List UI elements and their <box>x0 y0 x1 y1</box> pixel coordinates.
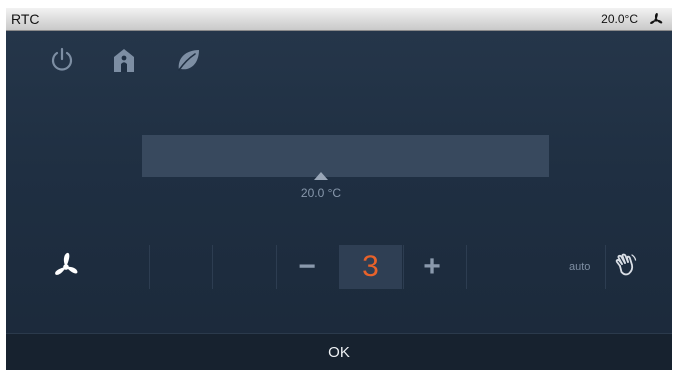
fan-speed-value: 3 <box>362 250 379 283</box>
power-icon[interactable] <box>48 46 76 74</box>
ok-label: OK <box>328 344 350 361</box>
auto-mode-button[interactable]: auto <box>569 261 590 273</box>
setpoint-slider[interactable] <box>142 135 549 177</box>
title-bar: RTC 20.0°C <box>6 8 672 31</box>
hand-icon[interactable] <box>612 252 638 278</box>
divider <box>466 245 467 289</box>
current-temperature: 20.0°C <box>601 12 638 26</box>
fan-icon <box>55 252 78 275</box>
rtc-panel: RTC 20.0°C 20.0 °C − 3 + auto OK <box>6 8 672 370</box>
increase-button[interactable]: + <box>404 245 460 289</box>
divider <box>149 245 150 289</box>
eco-leaf-icon[interactable] <box>174 46 202 74</box>
fan-status-icon <box>650 12 663 25</box>
ok-button[interactable]: OK <box>6 333 672 370</box>
setpoint-label: 20.0 °C <box>300 186 342 200</box>
window-title: RTC <box>11 11 40 27</box>
presence-icon[interactable] <box>110 46 138 74</box>
setpoint-marker-icon[interactable] <box>314 172 328 180</box>
divider <box>276 245 277 289</box>
fan-speed-display: 3 <box>339 245 402 289</box>
decrease-button[interactable]: − <box>279 245 335 289</box>
divider <box>605 245 606 289</box>
divider <box>212 245 213 289</box>
